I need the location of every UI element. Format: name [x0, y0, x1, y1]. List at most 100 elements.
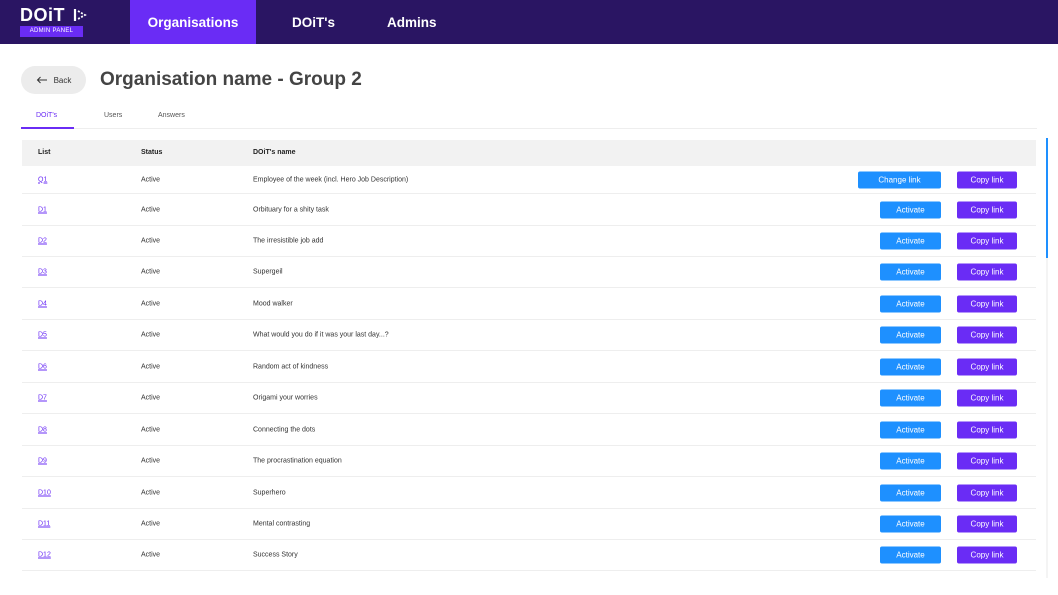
row-list-link[interactable]: D10 [38, 489, 51, 496]
row-list-link[interactable]: D3 [38, 269, 47, 276]
arrow-left-icon [36, 76, 47, 84]
copy-link-button[interactable]: Copy link [957, 389, 1017, 407]
activate-button[interactable]: Activate [880, 515, 941, 533]
brand-name: DOiT [20, 5, 65, 25]
row-list-link[interactable]: D7 [38, 395, 47, 402]
copy-link-button[interactable]: Copy link [957, 295, 1017, 312]
row-list-link[interactable]: D9 [38, 458, 47, 465]
copy-link-button[interactable]: Copy link [957, 171, 1017, 188]
row-doit-name: Success Story [253, 551, 298, 559]
row-status: Active [141, 176, 161, 183]
row-list-link[interactable]: D11 [38, 521, 50, 528]
activate-button[interactable]: Activate [880, 232, 941, 250]
scrollbar-thumb[interactable] [1046, 138, 1048, 258]
change-link-button[interactable]: Change link [858, 171, 941, 188]
row-doit-name: Connecting the dots [253, 426, 316, 433]
tab-bar: DOiT's Users Answers [21, 108, 1037, 129]
row-list-link[interactable]: D6 [38, 363, 47, 370]
tab-doits[interactable]: DOiT's [21, 108, 74, 129]
table-row: D7 Active Origami your worries Activate Copy… [22, 383, 1036, 414]
column-header-list: List [38, 149, 51, 156]
row-list-link[interactable]: D4 [38, 300, 47, 307]
table-row: Q1 Active Employee of the week (incl. Hero… [22, 166, 1036, 194]
row-doit-name: Mental contrasting [253, 520, 311, 528]
row-doit-name: Employee of the week (incl. Hero Job Des… [253, 176, 409, 183]
table-row: D9 Active The procrastination equation Acti… [22, 446, 1036, 477]
row-status: Active [141, 426, 161, 433]
activate-button[interactable]: Activate [880, 452, 941, 470]
row-list-link[interactable]: D5 [38, 332, 47, 339]
copy-link-button[interactable]: Copy link [957, 546, 1017, 564]
row-doit-name: Superhero [253, 489, 286, 496]
activate-button[interactable]: Activate [880, 421, 941, 438]
copy-link-button[interactable]: Copy link [957, 421, 1017, 438]
copy-link-button[interactable]: Copy link [957, 358, 1017, 375]
row-list-link[interactable]: D8 [38, 426, 47, 433]
table-row: D4 Active Mood walker Activate Copy link [22, 288, 1036, 320]
table-row: D1 Active Orbituary for a shity task Activa… [22, 194, 1036, 226]
brand-logo[interactable]: DOiT ADMIN PANEL [0, 0, 130, 44]
page-title: Organisation name - Group 2 [100, 69, 362, 90]
row-status: Active [141, 551, 161, 559]
row-doit-name: Supergeil [253, 268, 283, 276]
doits-table: List Status DOiT's name Q1 Active Employee… [22, 140, 1036, 571]
row-status: Active [141, 331, 161, 339]
activate-button[interactable]: Activate [880, 546, 941, 564]
row-status: Active [141, 520, 161, 528]
column-header-name: DOiT's name [253, 149, 296, 156]
row-status: Active [141, 206, 161, 213]
column-header-status: Status [141, 149, 163, 156]
row-list-link[interactable]: D2 [38, 238, 47, 245]
tab-answers[interactable]: Answers [158, 108, 185, 129]
table-row: D2 Active The irresistible job add Activate… [22, 226, 1036, 257]
row-status: Active [141, 457, 161, 465]
table-row: D11 Active Mental contrasting Activate Copy … [22, 509, 1036, 540]
table-header: List Status DOiT's name [22, 140, 1036, 166]
row-list-link[interactable]: Q1 [38, 176, 47, 183]
row-status: Active [141, 300, 161, 307]
row-status: Active [141, 268, 161, 276]
row-doit-name: Origami your worries [253, 394, 318, 402]
copy-link-button[interactable]: Copy link [957, 232, 1017, 250]
nav-organisations[interactable]: Organisations [130, 0, 256, 44]
row-doit-name: Mood walker [253, 300, 293, 307]
copy-link-button[interactable]: Copy link [957, 452, 1017, 470]
activate-button[interactable]: Activate [880, 263, 941, 281]
row-list-link[interactable]: D1 [38, 206, 47, 213]
activate-button[interactable]: Activate [880, 484, 941, 501]
row-list-link[interactable]: D12 [38, 552, 51, 559]
back-button[interactable]: Back [21, 66, 86, 94]
table-row: D10 Active Superhero Activate Copy link [22, 477, 1036, 509]
copy-link-button[interactable]: Copy link [957, 484, 1017, 501]
copy-link-button[interactable]: Copy link [957, 515, 1017, 533]
table-body: Q1 Active Employee of the week (incl. Hero… [22, 166, 1036, 571]
row-status: Active [141, 394, 161, 402]
row-doit-name: The irresistible job add [253, 237, 324, 245]
row-doit-name: What would you do if it was your last da… [253, 331, 389, 339]
activate-button[interactable]: Activate [880, 326, 941, 344]
nav-admins[interactable]: Admins [387, 0, 437, 44]
row-doit-name: The procrastination equation [253, 457, 342, 465]
tab-users[interactable]: Users [104, 108, 122, 129]
row-status: Active [141, 363, 161, 370]
copy-link-button[interactable]: Copy link [957, 201, 1017, 218]
activate-button[interactable]: Activate [880, 358, 941, 375]
table-row: D5 Active What would you do if it was your… [22, 320, 1036, 351]
nav-doits[interactable]: DOiT's [292, 0, 335, 44]
table-row: D3 Active Supergeil Activate Copy link [22, 257, 1036, 288]
row-doit-name: Orbituary for a shity task [253, 206, 329, 213]
activate-button[interactable]: Activate [880, 201, 941, 218]
row-status: Active [141, 489, 161, 496]
table-row: D8 Active Connecting the dots Activate Copy … [22, 414, 1036, 446]
back-label: Back [53, 75, 72, 85]
copy-link-button[interactable]: Copy link [957, 263, 1017, 281]
activate-button[interactable]: Activate [880, 389, 941, 407]
play-arrow-icon [73, 8, 88, 22]
table-row: D12 Active Success Story Activate Copy link [22, 540, 1036, 571]
admin-panel-badge: ADMIN PANEL [20, 26, 83, 37]
row-status: Active [141, 237, 161, 245]
copy-link-button[interactable]: Copy link [957, 326, 1017, 344]
activate-button[interactable]: Activate [880, 295, 941, 312]
scrollbar[interactable] [1046, 138, 1048, 578]
top-nav-bar: DOiT ADMIN PANEL Organisations DOiT's Ad… [0, 0, 1058, 44]
